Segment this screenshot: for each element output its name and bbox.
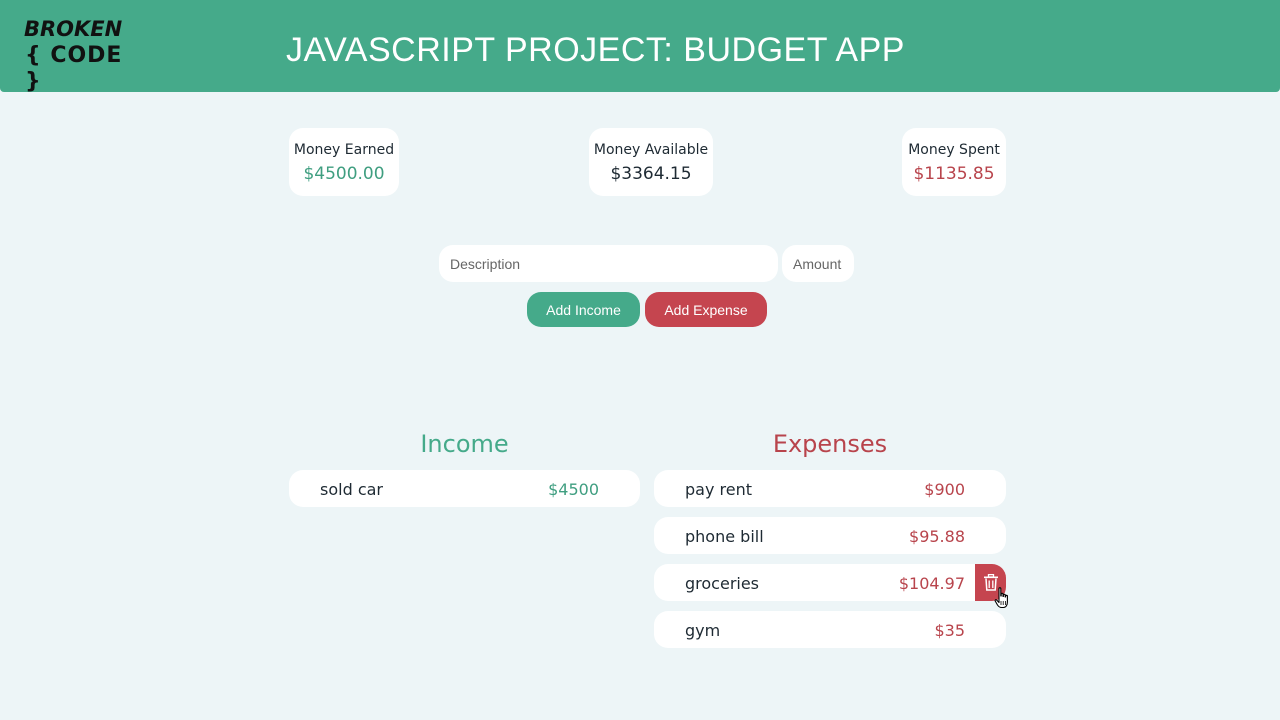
expense-list-item[interactable]: gym $35 — [654, 611, 1006, 648]
add-income-button[interactable]: Add Income — [527, 292, 640, 327]
expense-list-item[interactable]: pay rent $900 — [654, 470, 1006, 507]
money-spent-value: $1135.85 — [913, 164, 995, 184]
income-heading: Income — [420, 430, 509, 458]
expense-item-amount: $95.88 — [909, 527, 965, 546]
amount-input[interactable] — [782, 245, 854, 282]
money-earned-value: $4500.00 — [303, 164, 385, 184]
page-title: JAVASCRIPT PROJECT: BUDGET APP — [286, 31, 905, 69]
expense-item-description: groceries — [685, 574, 760, 593]
income-list-item[interactable]: sold car $4500 — [289, 470, 640, 507]
income-item-description: sold car — [320, 480, 383, 499]
money-available-card: Money Available $3364.15 — [589, 128, 713, 196]
expense-item-amount: $104.97 — [898, 574, 965, 593]
add-expense-button[interactable]: Add Expense — [645, 292, 767, 327]
expense-list-item[interactable]: groceries $104.97 — [654, 564, 1006, 601]
expense-item-description: phone bill — [685, 527, 764, 546]
app-header: BROKEN { CODE } JAVASCRIPT PROJECT: BUDG… — [0, 0, 1280, 94]
description-input[interactable] — [439, 245, 778, 282]
expense-item-description: pay rent — [685, 480, 752, 499]
expense-item-amount: $900 — [924, 480, 965, 499]
money-earned-card: Money Earned $4500.00 — [289, 128, 399, 196]
broken-code-logo: BROKEN { CODE } — [22, 17, 128, 94]
logo-line-1: BROKEN — [24, 17, 123, 41]
hand-pointer-icon — [994, 587, 1008, 609]
expense-item-description: gym — [685, 621, 721, 640]
money-available-value: $3364.15 — [610, 164, 692, 184]
expense-item-amount: $35 — [934, 621, 965, 640]
expense-list-item[interactable]: phone bill $95.88 — [654, 517, 1006, 554]
expenses-heading: Expenses — [772, 430, 888, 458]
money-available-label: Money Available — [593, 142, 709, 158]
income-item-amount: $4500 — [548, 480, 599, 499]
money-spent-card: Money Spent $1135.85 — [902, 128, 1006, 196]
money-earned-label: Money Earned — [293, 142, 395, 158]
logo-line-2: { CODE } — [25, 43, 123, 94]
money-spent-label: Money Spent — [908, 142, 1000, 158]
